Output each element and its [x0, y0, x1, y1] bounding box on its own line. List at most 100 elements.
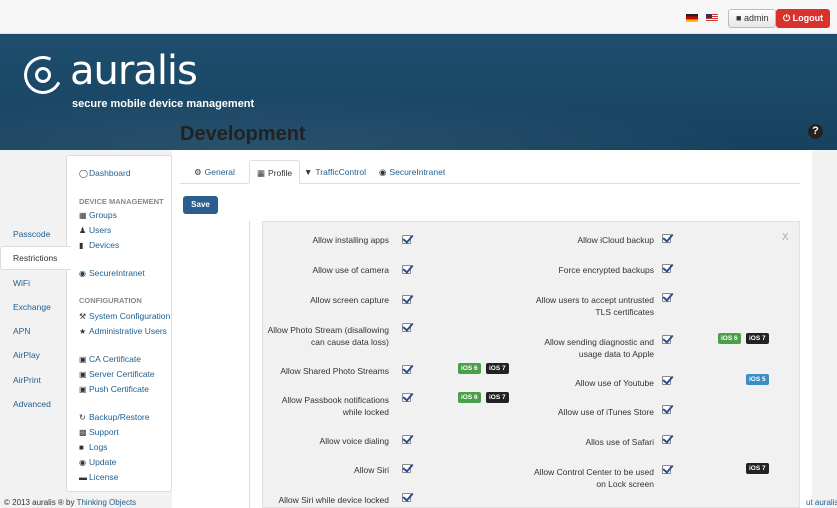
sidebar-item-push-certificate[interactable]: ▣ Push Certificate — [79, 384, 149, 394]
checkbox-photo-stream[interactable] — [402, 323, 411, 332]
header-banner: auralis secure mobile device management — [0, 34, 837, 150]
checkbox-itunes[interactable] — [662, 405, 671, 414]
brand-tagline: secure mobile device management — [72, 98, 255, 110]
footer-company-link[interactable]: Thinking Objects — [77, 498, 137, 507]
lock-icon: ▣ — [79, 385, 87, 394]
user-icon: ■ — [736, 13, 744, 23]
page-title: Development — [180, 123, 306, 145]
tab-general[interactable]: ⚙ General — [194, 160, 235, 184]
option-installing-apps: Allow installing apps — [312, 235, 389, 245]
subnav-passcode[interactable]: Passcode — [13, 229, 50, 239]
tab-bar: ⚙ General ▦ Profile ▼ TrafficControl ◉ Secur… — [180, 160, 800, 184]
checkbox-voice-dialing[interactable] — [402, 435, 411, 444]
badge-ios7: iOS 7 — [746, 333, 769, 344]
admin-label: admin — [743, 13, 769, 23]
sidebar: ◯Dashboard DEVICE MANAGEMENT ▦ Groups ♟ Us… — [66, 155, 172, 492]
subnav-advanced[interactable]: Advanced — [13, 399, 51, 409]
dashboard-icon: ◯ — [79, 169, 88, 178]
sidebar-item-update[interactable]: ◉ Update — [79, 457, 116, 467]
sidebar-item-devices[interactable]: ▮ Devices — [79, 240, 119, 250]
option-itunes: Allow use of iTunes Store — [557, 407, 654, 417]
option-voice-dialing: Allow voice dialing — [319, 436, 389, 446]
subnav-exchange[interactable]: Exchange — [13, 302, 51, 312]
sidebar-item-dashboard[interactable]: ◯Dashboard — [79, 168, 131, 178]
badge-ios6: iOS 6 — [458, 392, 481, 403]
help-icon[interactable]: ? — [808, 124, 823, 139]
sidebar-item-users[interactable]: ♟ Users — [79, 225, 111, 235]
sidebar-item-secureintranet[interactable]: ◉ SecureIntranet — [79, 268, 145, 278]
sidebar-item-administrative-users[interactable]: ★ Administrative Users — [79, 326, 167, 336]
license-icon: ▬ — [79, 473, 87, 482]
globe-icon: ◉ — [379, 167, 387, 177]
sidebar-item-logs[interactable]: ■ Logs — [79, 442, 107, 452]
checkbox-diagnostic[interactable] — [662, 335, 671, 344]
brand-name: auralis — [70, 48, 198, 94]
subnav-apn[interactable]: APN — [13, 326, 30, 336]
auralis-logo-inner-icon — [35, 67, 51, 83]
checkbox-control-center[interactable] — [662, 465, 671, 474]
checkbox-youtube[interactable] — [662, 376, 671, 385]
option-control-center: Allow Control Center to be used on Lock s… — [533, 467, 654, 489]
support-icon: ▩ — [79, 428, 87, 437]
comment-icon: ■ — [79, 443, 84, 452]
checkbox-screen-capture[interactable] — [402, 295, 411, 304]
option-shared-photo-streams: Allow Shared Photo Streams — [280, 366, 389, 376]
sidebar-item-server-certificate[interactable]: ▣ Server Certificate — [79, 369, 155, 379]
user-icon: ♟ — [79, 226, 87, 235]
tab-trafficcontrol[interactable]: ▼ TrafficControl — [304, 160, 366, 184]
sidebar-item-backup-restore[interactable]: ↻ Backup/Restore — [79, 412, 149, 422]
device-icon: ▮ — [79, 241, 84, 250]
checkbox-safari[interactable] — [662, 435, 671, 444]
badge-ios6: iOS 6 — [718, 333, 741, 344]
option-passbook: Allow Passbook notifications while locked — [281, 395, 389, 417]
german-flag-icon[interactable] — [686, 14, 698, 22]
checkbox-untrusted-tls[interactable] — [662, 293, 671, 302]
checkbox-siri[interactable] — [402, 464, 411, 473]
sidebar-item-ca-certificate[interactable]: ▣ CA Certificate — [79, 354, 141, 364]
option-icloud-backup: Allow iCloud backup — [577, 235, 654, 245]
subnav-wifi[interactable]: WiFi — [13, 278, 30, 288]
checkbox-passbook[interactable] — [402, 393, 411, 402]
footer-about-link[interactable]: ut auralis — [806, 498, 837, 507]
badge-ios7: iOS 7 — [746, 463, 769, 474]
update-icon: ◉ — [79, 458, 86, 467]
sidebar-item-license[interactable]: ▬ License — [79, 472, 118, 482]
power-icon: ⏻ — [783, 13, 793, 23]
tab-profile[interactable]: ▦ Profile — [249, 160, 301, 184]
option-screen-capture: Allow screen capture — [310, 295, 389, 305]
tab-secureintranet[interactable]: ◉ SecureIntranet — [379, 160, 445, 184]
option-siri: Allow Siri — [354, 465, 389, 475]
top-bar: ■ admin ⏻ Logout — [0, 0, 837, 34]
checkbox-installing-apps[interactable] — [402, 235, 411, 244]
footer-copyright: © 2013 auralis ® by Thinking Objects — [4, 498, 137, 507]
checkbox-camera[interactable] — [402, 265, 411, 274]
badge-ios5: iOS 5 — [746, 374, 769, 385]
sidebar-item-support[interactable]: ▩ Support — [79, 427, 119, 437]
lock-icon: ▣ — [79, 370, 87, 379]
gear-icon: ⚙ — [194, 167, 202, 177]
wrench-icon: ⚒ — [79, 312, 87, 321]
close-icon[interactable]: X — [782, 232, 789, 243]
save-button[interactable]: Save — [183, 196, 218, 214]
logout-button[interactable]: ⏻ Logout — [776, 9, 831, 28]
checkbox-encrypted-backups[interactable] — [662, 264, 671, 273]
subnav-airprint[interactable]: AirPrint — [13, 375, 41, 385]
option-siri-locked: Allow Siri while device locked — [278, 495, 389, 505]
option-safari: Allos use of Safari — [585, 437, 654, 447]
badge-ios7: iOS 7 — [486, 392, 509, 403]
subnav-airplay[interactable]: AirPlay — [13, 350, 40, 360]
sidebar-item-system-configuration[interactable]: ⚒ System Configuration — [79, 311, 170, 321]
groups-icon: ▦ — [79, 211, 87, 220]
checkbox-siri-locked[interactable] — [402, 493, 411, 502]
logout-label: Logout — [792, 13, 824, 23]
badge-ios6: iOS 6 — [458, 363, 481, 374]
subnav-restrictions[interactable]: Restrictions — [13, 253, 57, 263]
sidebar-item-groups[interactable]: ▦ Groups — [79, 210, 117, 220]
checkbox-shared-photo-streams[interactable] — [402, 365, 411, 374]
option-diagnostic: Allow sending diagnostic and usage data t… — [544, 337, 654, 359]
admin-button[interactable]: ■ admin — [728, 9, 777, 28]
english-flag-icon[interactable] — [706, 14, 718, 22]
option-photo-stream: Allow Photo Stream (disallowing can cause… — [267, 325, 389, 347]
checkbox-icloud-backup[interactable] — [662, 234, 671, 243]
star-icon: ★ — [79, 327, 87, 336]
